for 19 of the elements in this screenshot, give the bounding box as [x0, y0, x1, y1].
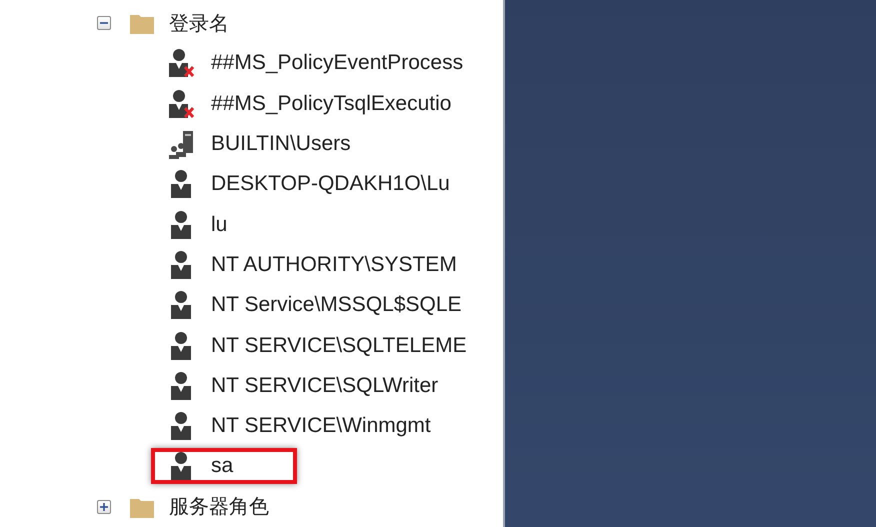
login-name[interactable]: ##MS_PolicyEventProcess: [211, 51, 464, 76]
collapse-button[interactable]: [97, 16, 111, 30]
plus-icon: [100, 502, 108, 511]
folder-label[interactable]: 登录名: [169, 10, 229, 37]
login-name[interactable]: BUILTIN\Users: [211, 132, 351, 156]
user-disabled-icon: [169, 48, 195, 78]
login-name[interactable]: DESKTOP-QDAKH1O\Lu: [211, 172, 450, 196]
folder-label[interactable]: 服务器角色: [169, 493, 269, 520]
login-name[interactable]: NT AUTHORITY\SYSTEM: [211, 252, 457, 277]
login-name[interactable]: lu: [211, 212, 228, 237]
login-name[interactable]: NT Service\MSSQL$SQLE: [211, 293, 462, 318]
login-name[interactable]: sa: [211, 454, 234, 478]
login-name[interactable]: ##MS_PolicyTsqlExecutio: [211, 92, 452, 116]
login-name[interactable]: NT SERVICE\Winmgmt: [211, 414, 431, 438]
user-disabled-icon: [169, 88, 195, 119]
login-name[interactable]: NT SERVICE\SQLWriter: [211, 374, 438, 398]
expand-button[interactable]: [97, 500, 111, 514]
login-name[interactable]: NT SERVICE\SQLTELEME: [211, 334, 467, 358]
user-group-icon: [169, 129, 195, 160]
